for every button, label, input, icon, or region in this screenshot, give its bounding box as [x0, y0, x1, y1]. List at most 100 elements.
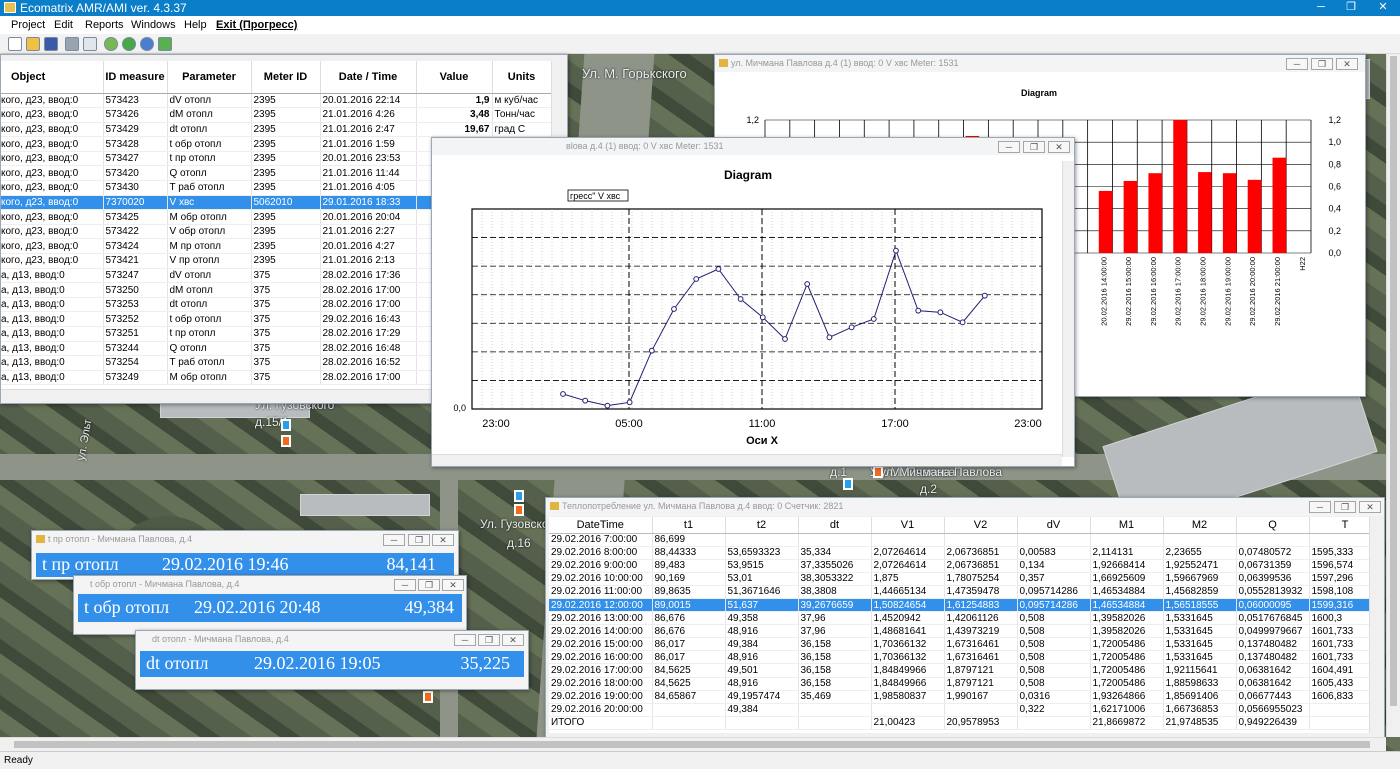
data-point[interactable] — [604, 402, 611, 409]
column-header[interactable]: ID measure — [103, 61, 168, 94]
window-close-button[interactable]: ✕ — [1336, 58, 1358, 70]
table-row[interactable]: 29.02.2016 17:00:00 84,5625 49,501 36,158 1,… — [549, 663, 1369, 678]
menu-exit[interactable]: Exit (Прогресс) — [216, 19, 297, 31]
print-preview-icon[interactable] — [83, 37, 97, 51]
chart-bar[interactable] — [1222, 173, 1237, 253]
data-point[interactable] — [981, 292, 988, 299]
meter-marker[interactable] — [281, 435, 291, 447]
data-point[interactable] — [959, 319, 966, 326]
scrollbar-thumb[interactable] — [1390, 56, 1397, 706]
window-minimize-button[interactable]: ─ — [394, 579, 416, 591]
data-point[interactable] — [870, 316, 877, 322]
menu-project[interactable]: Project — [11, 19, 45, 31]
window-minimize-button[interactable]: ─ — [1309, 501, 1331, 513]
menu-help[interactable]: Help — [184, 19, 207, 31]
chart-bar[interactable] — [1247, 179, 1262, 253]
column-header[interactable]: Parameter — [167, 61, 252, 94]
save-icon[interactable] — [44, 37, 58, 51]
chart-bar[interactable] — [1173, 120, 1187, 253]
column-header[interactable]: DateTime — [549, 517, 653, 534]
meter-marker[interactable] — [843, 478, 853, 490]
window-restore-button[interactable]: ❐ — [478, 634, 500, 646]
table-row[interactable]: 29.02.2016 16:00:00 86,017 48,916 36,158 1,7… — [549, 650, 1369, 665]
table-row[interactable]: 29.02.2016 18:00:00 84,5625 48,916 36,158 1,… — [549, 677, 1369, 691]
column-header[interactable]: t1 — [652, 517, 726, 534]
table-row[interactable]: 29.02.2016 13:00:00 86,676 49,358 37,96 1,45… — [549, 611, 1369, 626]
window-minimize-button[interactable]: ─ — [1286, 58, 1308, 70]
chart-bar[interactable] — [1272, 157, 1287, 253]
window-restore-button[interactable]: ❐ — [1334, 501, 1356, 513]
data-point[interactable] — [560, 391, 566, 397]
meter-marker[interactable] — [514, 504, 524, 516]
window-restore-button[interactable]: ❐ — [1311, 58, 1333, 70]
meter-marker[interactable] — [423, 691, 433, 703]
column-header[interactable]: T — [1309, 517, 1369, 534]
map-icon[interactable] — [158, 37, 172, 51]
meter-marker[interactable] — [873, 466, 883, 478]
column-header[interactable]: Value — [416, 61, 493, 94]
table-row[interactable]: 29.02.2016 19:00:00 84,65867 49,1957474 35,… — [549, 690, 1369, 704]
data-point[interactable] — [693, 276, 700, 282]
table-row[interactable]: ИТОГО 21,00423 20,9578953 21,8669872 21,9748… — [549, 716, 1369, 730]
window-close-button[interactable]: ✕ — [432, 534, 454, 546]
chart-bar[interactable] — [1123, 180, 1138, 253]
chart-bar[interactable] — [1148, 173, 1163, 253]
vertical-scrollbar[interactable] — [1062, 161, 1074, 457]
table-row[interactable]: 29.02.2016 12:00:00 89,0015 51,637 39,26766… — [549, 598, 1369, 613]
table-row[interactable]: 29.02.2016 10:00:00 90,169 53,01 38,3053322… — [549, 572, 1369, 586]
menu-reports[interactable]: Reports — [85, 19, 124, 31]
open-icon[interactable] — [26, 37, 40, 51]
window-close-button[interactable]: ✕ — [1048, 141, 1070, 153]
meter-marker[interactable] — [514, 490, 524, 502]
table-row[interactable]: 29.02.2016 7:00:00 86,699 — [549, 533, 1369, 547]
window-close-button[interactable]: ✕ — [1359, 501, 1381, 513]
data-point[interactable] — [715, 266, 722, 272]
table-row[interactable]: 29.02.2016 14:00:00 86,676 48,916 37,96 1,48… — [549, 624, 1369, 639]
column-header[interactable]: t2 — [725, 517, 799, 534]
column-header[interactable]: M1 — [1090, 517, 1164, 534]
table-row[interactable]: 29.02.2016 20:00:00 49,384 0,322 1,62171006… — [549, 703, 1369, 717]
menu-edit[interactable]: Edit — [54, 19, 73, 31]
back-icon[interactable] — [104, 37, 118, 51]
window-close-button[interactable]: ✕ — [502, 634, 524, 646]
data-point[interactable] — [759, 314, 766, 321]
data-point[interactable] — [937, 309, 944, 316]
window-close-button[interactable]: ✕ — [442, 579, 464, 591]
column-header[interactable]: Date / Time — [320, 61, 417, 94]
refresh-icon[interactable] — [122, 37, 136, 51]
data-point[interactable] — [582, 397, 589, 404]
column-header[interactable]: dt — [798, 517, 872, 534]
window-minimize-button[interactable]: ─ — [998, 141, 1020, 153]
scrollbar-thumb[interactable] — [14, 741, 1370, 748]
column-header[interactable]: V2 — [944, 517, 1018, 534]
table-row[interactable]: 29.02.2016 11:00:00 89,8635 51,3671646 38,3… — [549, 585, 1369, 599]
horizontal-scrollbar[interactable] — [432, 454, 1062, 466]
data-point[interactable] — [671, 306, 677, 312]
chart-bar[interactable] — [1098, 190, 1113, 253]
data-point[interactable] — [826, 334, 833, 341]
table-row[interactable]: 29.02.2016 9:00:00 89,483 53,9515 37,335502… — [549, 559, 1369, 573]
close-button[interactable]: ✕ — [1368, 0, 1398, 16]
table-row[interactable]: 29.02.2016 8:00:00 88,44333 53,6593323 35,3… — [549, 546, 1369, 560]
data-point[interactable] — [848, 324, 855, 331]
data-point[interactable] — [737, 296, 744, 302]
meter-marker[interactable] — [281, 419, 291, 431]
vertical-scrollbar[interactable] — [1369, 517, 1383, 733]
table-row[interactable]: кого, д23, ввод:0 573423 dV отопл 2395 20.01… — [1, 93, 551, 109]
column-header[interactable]: Q — [1236, 517, 1310, 534]
table-row[interactable]: кого, д23, ввод:0 573426 dM отопл 2395 21.01… — [1, 107, 551, 123]
column-header[interactable]: Units — [492, 61, 551, 94]
chart-bar[interactable] — [1198, 172, 1212, 253]
data-point[interactable] — [804, 281, 811, 287]
data-point[interactable] — [893, 247, 899, 254]
table-row[interactable]: 29.02.2016 15:00:00 86,017 49,384 36,158 1,7… — [549, 637, 1369, 652]
column-header[interactable]: V1 — [871, 517, 945, 534]
column-header[interactable]: Object — [1, 61, 104, 94]
mdi-vertical-scrollbar[interactable] — [1386, 54, 1400, 737]
window-minimize-button[interactable]: ─ — [454, 634, 476, 646]
window-minimize-button[interactable]: ─ — [383, 534, 405, 546]
window-restore-button[interactable]: ❐ — [418, 579, 440, 591]
mdi-horizontal-scrollbar[interactable] — [0, 737, 1386, 751]
table-row[interactable]: кого, д23, ввод:0 573429 dt отопл 2395 21.01… — [1, 122, 551, 138]
column-header[interactable]: Meter ID — [251, 61, 321, 94]
